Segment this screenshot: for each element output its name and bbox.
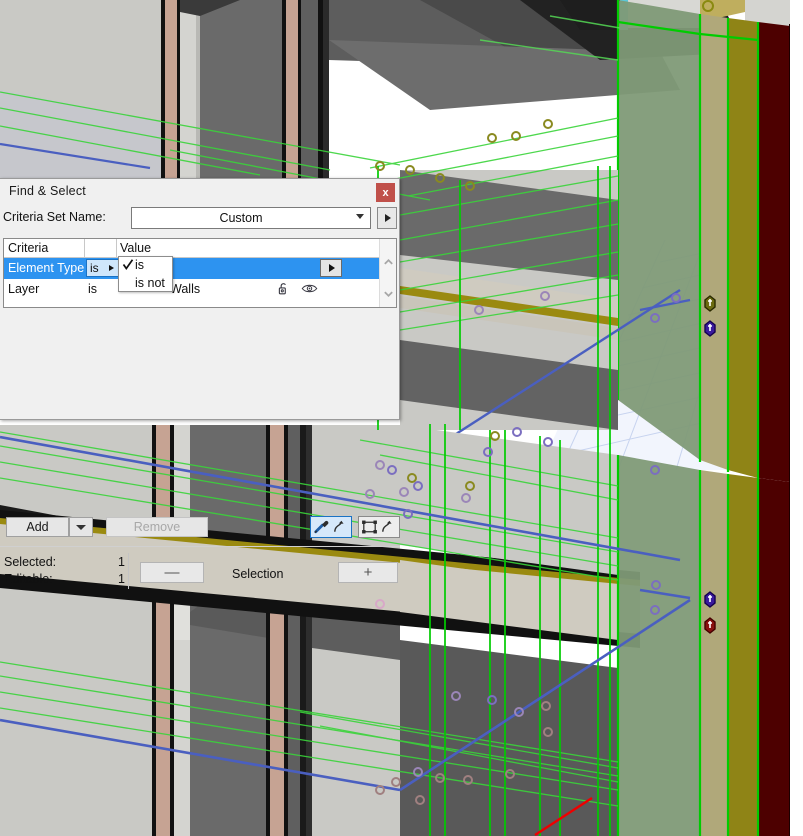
header-value: Value xyxy=(120,241,152,255)
criteria-list-header: Criteria Value xyxy=(4,239,396,258)
add-dropdown-arrow[interactable] xyxy=(69,517,93,537)
footer-vertical-divider xyxy=(128,553,129,589)
header-criteria: Criteria xyxy=(8,241,49,255)
unlock-icon[interactable] xyxy=(276,281,291,296)
inject-settings-button[interactable] xyxy=(358,516,400,538)
criteria-list[interactable]: Criteria Value Element Type is Layer is … xyxy=(3,238,397,308)
selected-label: Selected: xyxy=(4,555,57,569)
chevron-down-icon xyxy=(356,214,365,223)
eye-icon[interactable] xyxy=(301,282,318,295)
pickup-settings-button[interactable] xyxy=(310,516,352,538)
operator-label[interactable]: is xyxy=(88,282,97,296)
criteria-set-combobox[interactable]: Custom xyxy=(131,207,371,229)
triangle-right-icon xyxy=(109,265,114,271)
app-window: Find & Select x Criteria Set Name: Custo… xyxy=(0,0,803,836)
table-row[interactable]: Layer is Walls xyxy=(4,279,396,300)
header-divider-2 xyxy=(116,239,117,257)
close-icon[interactable]: x xyxy=(376,183,395,202)
menu-item-label: is not xyxy=(135,276,165,290)
marquee-arrow-icon xyxy=(362,520,392,534)
editable-label: Editable: xyxy=(4,572,53,586)
criteria-list-scrollbar[interactable] xyxy=(379,239,396,307)
remove-from-selection-button[interactable]: — xyxy=(140,562,204,583)
check-icon xyxy=(122,259,134,270)
dialog-title: Find & Select xyxy=(9,184,86,198)
add-to-selection-button[interactable]: + xyxy=(338,562,398,583)
value-dropdown-button[interactable] xyxy=(320,259,342,277)
remove-button[interactable]: Remove xyxy=(106,517,208,537)
scroll-down-icon[interactable] xyxy=(383,288,394,299)
criteria-name: Element Type xyxy=(8,261,85,275)
operator-label: is xyxy=(90,261,99,275)
menu-item-label: is xyxy=(135,258,145,272)
dialog-titlebar[interactable]: Find & Select x xyxy=(0,179,399,205)
header-divider-1 xyxy=(84,239,85,257)
criteria-value[interactable]: Walls xyxy=(170,282,200,296)
operator-button[interactable]: is xyxy=(86,259,119,277)
scroll-up-icon[interactable] xyxy=(383,257,394,268)
criteria-set-row: Criteria Set Name: Custom xyxy=(0,205,400,232)
criteria-set-label: Criteria Set Name: xyxy=(3,210,106,224)
chevron-down-icon xyxy=(76,524,86,530)
editable-count: 1 xyxy=(118,572,125,586)
footer-divider xyxy=(0,546,400,547)
add-button[interactable]: Add xyxy=(6,517,69,537)
selection-label: Selection xyxy=(232,567,284,581)
triangle-right-icon xyxy=(329,264,335,272)
criteria-set-expand-button[interactable] xyxy=(377,207,397,229)
triangle-right-icon xyxy=(385,214,391,222)
operator-dropdown-menu[interactable]: is is not xyxy=(118,256,173,292)
eyedropper-arrow-icon xyxy=(314,520,344,534)
selected-count: 1 xyxy=(118,555,125,569)
find-and-select-dialog: Find & Select x Criteria Set Name: Custo… xyxy=(0,178,400,589)
table-row[interactable]: Element Type is xyxy=(4,258,396,279)
criteria-set-value: Custom xyxy=(219,211,263,225)
row-icons xyxy=(276,281,318,296)
menu-item-is[interactable]: is xyxy=(119,257,172,275)
menu-item-is-not[interactable]: is not xyxy=(119,275,172,293)
criteria-name: Layer xyxy=(8,282,40,296)
